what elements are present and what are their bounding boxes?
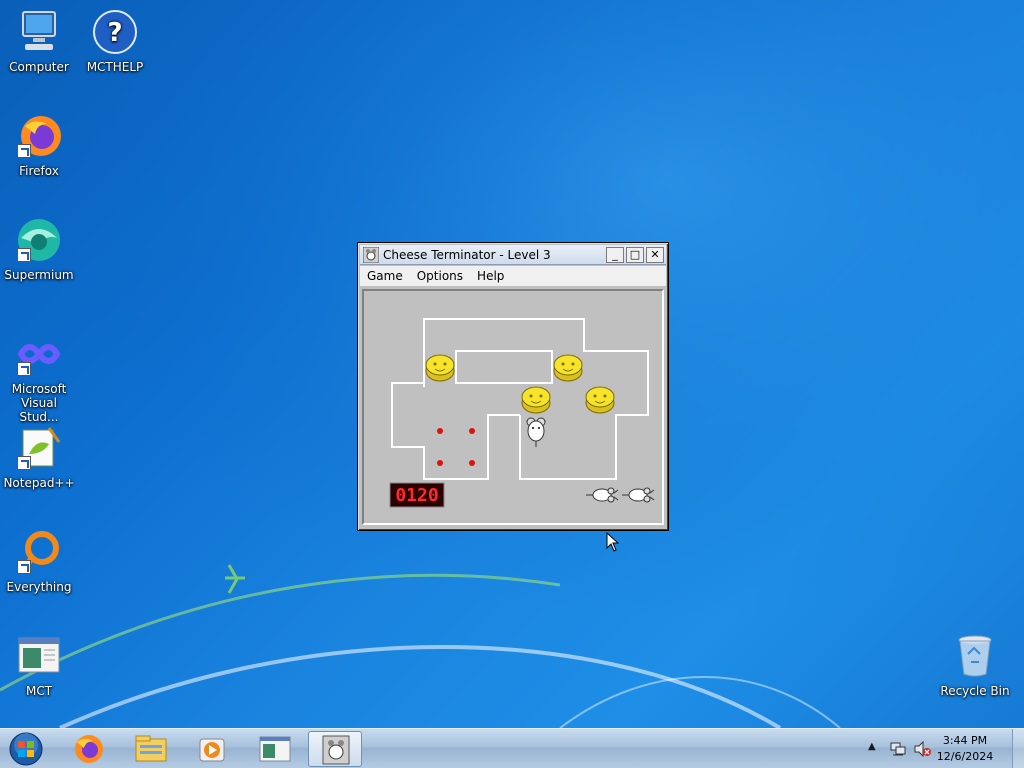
- clock-date: 12/6/2024: [936, 750, 994, 763]
- pellet: [469, 428, 475, 434]
- desktop-icon-label: MCT: [25, 684, 53, 698]
- life-mouse-icon: [622, 487, 655, 503]
- desktop-icon-visual-studio[interactable]: Microsoft Visual Stud...: [1, 330, 77, 424]
- clock-time: 3:44 PM: [942, 734, 988, 747]
- taskbar-firefox[interactable]: [62, 731, 116, 767]
- menubar: Game Options Help: [360, 266, 666, 286]
- desktop-icon-label: Everything: [6, 580, 72, 594]
- life-mouse-icon: [586, 487, 619, 503]
- window-title: Cheese Terminator - Level 3: [383, 247, 551, 262]
- taskbar-mct[interactable]: [248, 731, 302, 767]
- start-orb-icon: [9, 732, 43, 766]
- window-titlebar[interactable]: Cheese Terminator - Level 3 _ □ ✕: [360, 245, 666, 265]
- menu-help[interactable]: Help: [470, 269, 511, 283]
- desktop-icon-label: Computer: [9, 60, 69, 74]
- computer-icon: [22, 11, 56, 50]
- cheese: [585, 386, 615, 414]
- desktop-icon-label: Notepad++: [3, 476, 75, 490]
- taskbar-explorer[interactable]: [124, 731, 178, 767]
- start-button[interactable]: [6, 731, 46, 767]
- game-board-canvas: 0120: [389, 318, 655, 508]
- desktop-icon-label: MCTHELP: [86, 60, 144, 74]
- mouse-player: [526, 417, 546, 447]
- mct-icon: [259, 736, 291, 762]
- shortcut-arrow-icon: [17, 362, 31, 376]
- desktop-icon-firefox[interactable]: Firefox: [1, 112, 77, 178]
- cheese: [425, 354, 455, 382]
- shortcut-arrow-icon: [17, 144, 31, 158]
- pellet: [437, 428, 443, 434]
- shortcut-arrow-icon: [17, 456, 31, 470]
- close-icon: ✕: [650, 248, 660, 261]
- desktop-icon-mct[interactable]: MCT: [1, 632, 77, 698]
- pellet: [469, 460, 475, 466]
- desktop-icon-mcthelp[interactable]: ? MCTHELP: [77, 8, 153, 74]
- desktop-icon-computer[interactable]: Computer: [1, 8, 77, 74]
- game-board[interactable]: 0120: [362, 289, 664, 525]
- mouse-cursor-icon: [606, 532, 620, 552]
- cheese-terminator-window[interactable]: Cheese Terminator - Level 3 _ □ ✕ Game O…: [357, 242, 669, 531]
- shortcut-arrow-icon: [17, 248, 31, 262]
- show-desktop-button[interactable]: [1012, 729, 1024, 768]
- maximize-button[interactable]: □: [626, 246, 644, 263]
- menu-game[interactable]: Game: [360, 269, 410, 283]
- desktop-icon-everything[interactable]: Everything: [1, 528, 77, 594]
- maximize-icon: □: [629, 248, 641, 261]
- score-text: 0120: [395, 485, 438, 506]
- firefox-icon: [75, 735, 103, 763]
- cheese-terminator-icon: [322, 735, 350, 765]
- help-icon: ?: [93, 10, 137, 54]
- desktop-icon-label: Firefox: [19, 164, 59, 178]
- score-display: 0120: [389, 482, 445, 508]
- explorer-icon: [135, 735, 167, 762]
- svg-text:?: ?: [107, 18, 122, 48]
- close-button[interactable]: ✕: [646, 246, 664, 263]
- desktop-icon-label: Recycle Bin: [940, 684, 1010, 698]
- pellet: [437, 460, 443, 466]
- desktop-icon-label: Microsoft Visual Stud...: [11, 382, 67, 424]
- menu-options[interactable]: Options: [410, 269, 470, 283]
- desktop-icon-supermium[interactable]: Supermium: [1, 216, 77, 282]
- media-player-icon: [199, 738, 225, 762]
- clock[interactable]: 3:44 PM 12/6/2024: [930, 733, 1000, 765]
- show-hidden-icons-icon[interactable]: ▲: [868, 741, 876, 752]
- desktop-icon-label: Supermium: [4, 268, 74, 282]
- desktop-icon-recycle-bin[interactable]: Recycle Bin: [937, 632, 1013, 698]
- minimize-button[interactable]: _: [606, 246, 624, 263]
- network-icon[interactable]: [890, 741, 906, 757]
- mct-icon: [18, 637, 60, 673]
- cheese: [553, 354, 583, 382]
- taskbar-cheese-terminator[interactable]: [308, 731, 362, 767]
- shortcut-arrow-icon: [17, 560, 31, 574]
- minimize-icon: _: [612, 248, 618, 261]
- cheese: [521, 386, 551, 414]
- recycle-bin-icon: [958, 635, 992, 677]
- system-tray: ▲ 3:44 PM 12/6/2024: [824, 729, 1024, 768]
- desktop-icon-notepadpp[interactable]: Notepad++: [1, 424, 77, 490]
- pellets: [437, 428, 475, 466]
- taskbar-media-player[interactable]: [186, 731, 240, 767]
- cheese-terminator-icon: [363, 246, 379, 263]
- taskbar: ▲ 3:44 PM 12/6/2024: [0, 728, 1024, 768]
